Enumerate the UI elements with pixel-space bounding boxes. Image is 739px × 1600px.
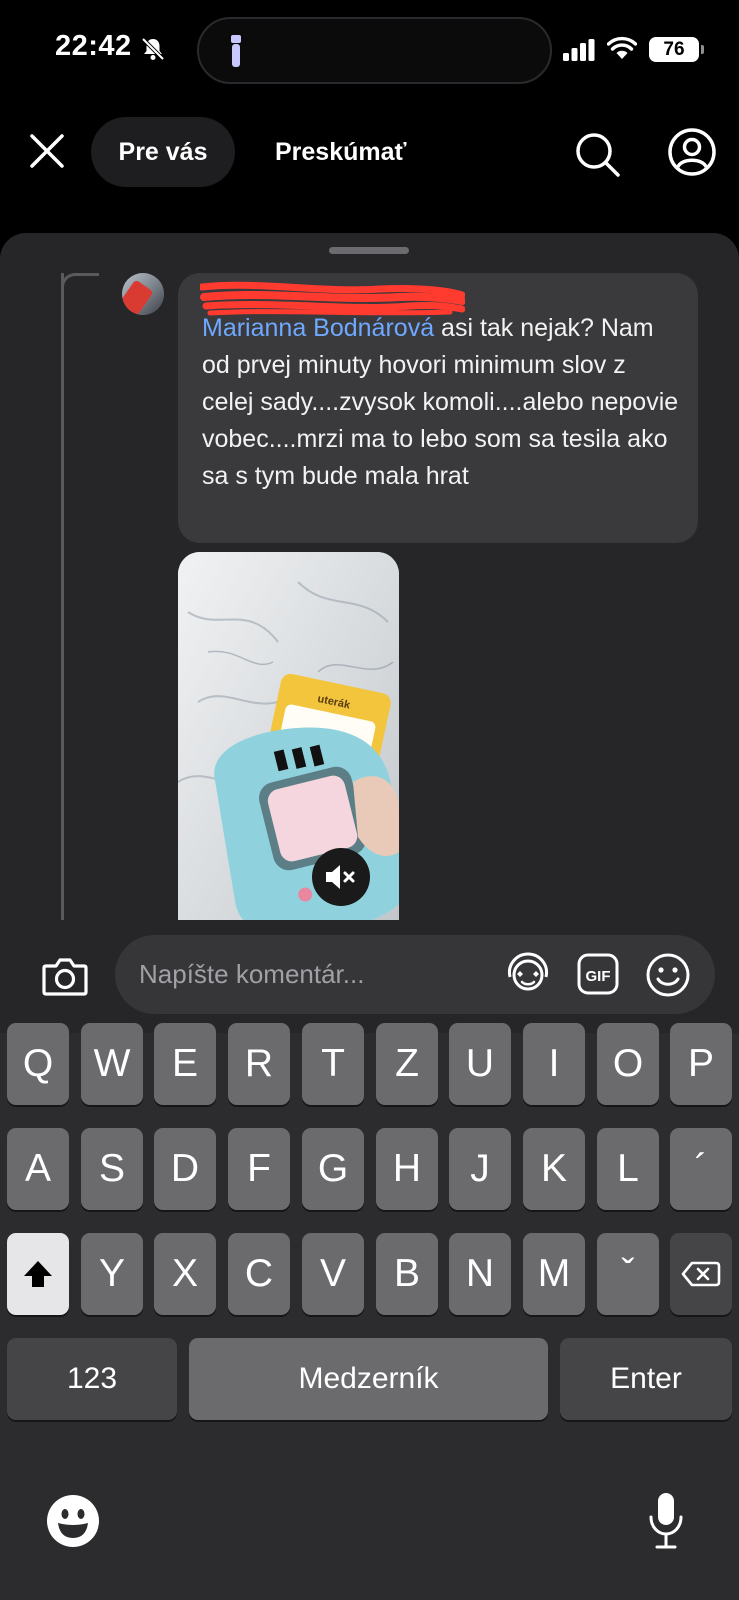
key-g[interactable]: G <box>302 1128 364 1210</box>
key-t[interactable]: T <box>302 1023 364 1105</box>
signal-icon <box>563 39 595 61</box>
key-r[interactable]: R <box>228 1023 290 1105</box>
key-c[interactable]: C <box>228 1233 290 1315</box>
key-v[interactable]: V <box>302 1233 364 1315</box>
search-icon[interactable] <box>573 130 621 178</box>
backspace-icon <box>681 1261 721 1287</box>
microphone-icon[interactable] <box>648 1491 684 1551</box>
key-a[interactable]: A <box>7 1128 69 1210</box>
shift-key[interactable] <box>7 1233 69 1315</box>
key-y[interactable]: Y <box>81 1233 143 1315</box>
thread-line <box>61 273 64 953</box>
key-j[interactable]: J <box>449 1128 511 1210</box>
key-n[interactable]: N <box>449 1233 511 1315</box>
comment-input[interactable]: Napíšte komentár... GIF <box>115 935 715 1014</box>
comments-sheet: Marianna Bodnárová asi tak nejak? Nam od… <box>0 233 739 1033</box>
shift-icon <box>24 1261 52 1287</box>
avatar[interactable] <box>122 273 164 315</box>
sheet-drag-handle[interactable] <box>329 247 409 254</box>
numbers-key[interactable]: 123 <box>7 1338 177 1420</box>
keyboard: Q W E R T Z U I O P A S D F G H J K L ´ … <box>0 1023 739 1600</box>
key-q[interactable]: Q <box>7 1023 69 1105</box>
camera-icon[interactable] <box>42 956 88 996</box>
enter-key[interactable]: Enter <box>560 1338 732 1420</box>
status-bar: 22:42 76 <box>0 0 739 100</box>
key-x[interactable]: X <box>154 1233 216 1315</box>
key-o[interactable]: O <box>597 1023 659 1105</box>
profile-icon[interactable] <box>667 127 717 177</box>
battery-icon: 76 <box>649 37 704 62</box>
key-e[interactable]: E <box>154 1023 216 1105</box>
mention-link[interactable]: Marianna Bodnárová <box>202 314 434 342</box>
status-time: 22:42 <box>55 30 132 62</box>
comment-video[interactable]: uterák <box>178 552 399 952</box>
key-z[interactable]: Z <box>376 1023 438 1105</box>
key-b[interactable]: B <box>376 1233 438 1315</box>
wifi-icon <box>607 36 637 59</box>
comment-bubble[interactable]: Marianna Bodnárová asi tak nejak? Nam od… <box>178 273 698 543</box>
backspace-key[interactable] <box>670 1233 732 1315</box>
close-icon[interactable] <box>28 132 66 170</box>
tab-for-you[interactable]: Pre vás <box>91 117 235 187</box>
key-d[interactable]: D <box>154 1128 216 1210</box>
key-l[interactable]: L <box>597 1128 659 1210</box>
key-caron[interactable]: ˇ <box>597 1233 659 1315</box>
comment-text: Marianna Bodnárová asi tak nejak? Nam od… <box>202 310 682 495</box>
key-u[interactable]: U <box>449 1023 511 1105</box>
thread-connector <box>61 273 99 293</box>
key-acute-accent[interactable]: ´ <box>670 1128 732 1210</box>
key-p[interactable]: P <box>670 1023 732 1105</box>
key-m[interactable]: M <box>523 1233 585 1315</box>
tab-explore[interactable]: Preskúmať <box>275 117 407 187</box>
mute-button[interactable] <box>312 848 370 906</box>
key-f[interactable]: F <box>228 1128 290 1210</box>
space-key[interactable]: Medzerník <box>189 1338 548 1420</box>
gif-label: GIF <box>586 968 611 985</box>
key-h[interactable]: H <box>376 1128 438 1210</box>
smiley-icon[interactable] <box>645 952 691 998</box>
comment-input-bar: Napíšte komentár... GIF <box>0 920 739 1033</box>
top-navigation: Pre vás Preskúmať <box>0 110 739 190</box>
flashlight-icon <box>231 35 241 67</box>
comment-input-placeholder: Napíšte komentár... <box>139 959 365 989</box>
key-k[interactable]: K <box>523 1128 585 1210</box>
dynamic-island <box>197 17 552 84</box>
key-i[interactable]: I <box>523 1023 585 1105</box>
key-w[interactable]: W <box>81 1023 143 1105</box>
gif-icon[interactable]: GIF <box>577 953 619 995</box>
bell-slash-icon <box>141 37 165 61</box>
mute-icon <box>326 865 355 889</box>
avatar-sticker-icon[interactable] <box>505 952 551 998</box>
emoji-keyboard-icon[interactable] <box>46 1494 100 1548</box>
key-s[interactable]: S <box>81 1128 143 1210</box>
